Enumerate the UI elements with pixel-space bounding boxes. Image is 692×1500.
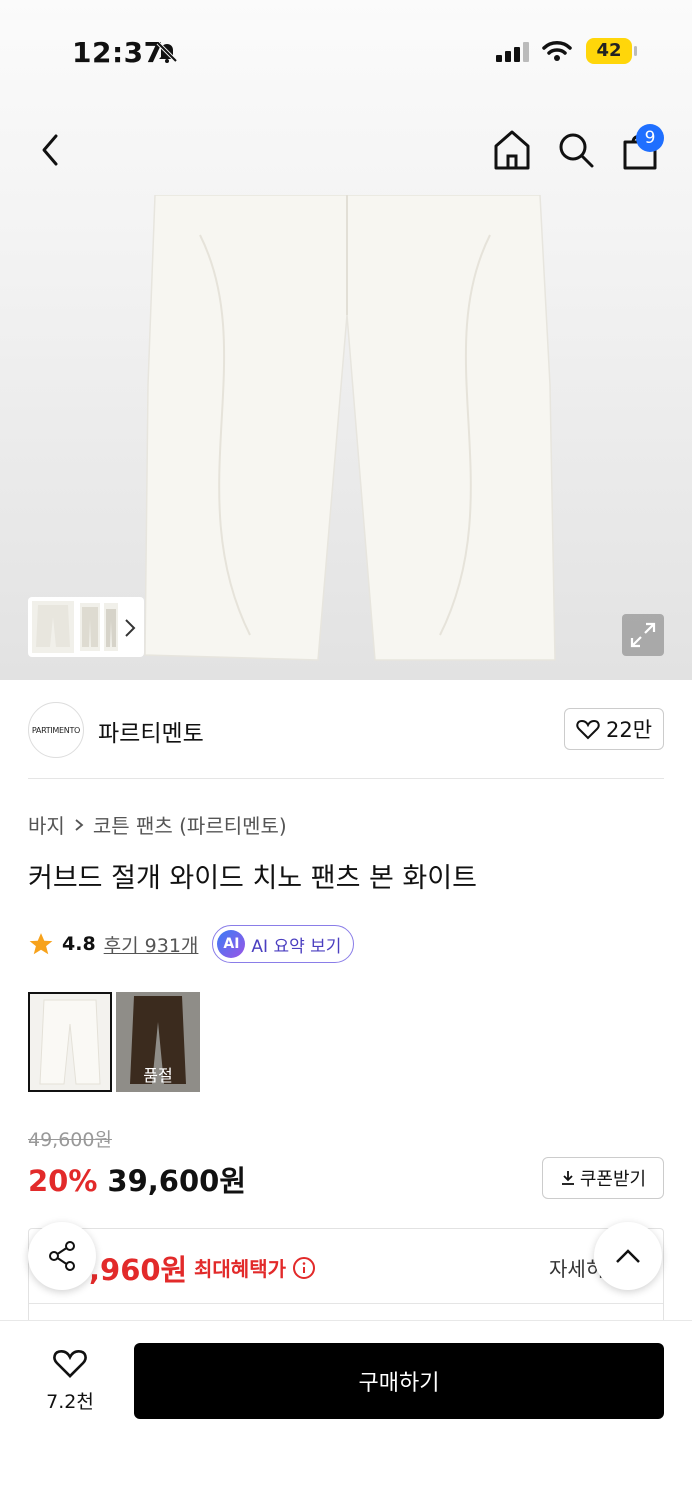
brand-row: PARTIMENTO 파르티멘토 22만: [28, 700, 664, 760]
bottom-action-bar: 7.2천 구매하기: [0, 1320, 692, 1500]
info-icon[interactable]: [292, 1256, 316, 1280]
chevron-up-icon: [616, 1249, 640, 1263]
wishlist-count: 7.2천: [46, 1391, 94, 1413]
download-icon: [561, 1171, 574, 1185]
color-option-white[interactable]: [28, 992, 112, 1092]
ai-summary-button[interactable]: AI AI 요약 보기: [212, 925, 355, 963]
status-bar: 12:37 42: [0, 0, 692, 100]
heart-icon: [53, 1350, 87, 1378]
brand-like-button[interactable]: 22만: [564, 708, 664, 750]
rating-row: 4.8 후기 931개 AI AI 요약 보기: [28, 925, 355, 963]
breadcrumb-category[interactable]: 바지: [28, 810, 65, 839]
share-button[interactable]: [28, 1222, 96, 1290]
chevron-right-icon: [75, 818, 84, 831]
coupon-button[interactable]: 쿠폰받기: [542, 1157, 664, 1199]
search-icon[interactable]: [556, 128, 596, 172]
brand-logo[interactable]: PARTIMENTO: [28, 702, 84, 758]
heart-icon: [576, 719, 600, 740]
reviews-link[interactable]: 후기 931개: [104, 931, 199, 958]
share-icon: [49, 1241, 75, 1271]
discount-rate: 20%: [28, 1164, 98, 1198]
battery-tip: [634, 46, 637, 56]
buy-button[interactable]: 구매하기: [134, 1343, 664, 1419]
brand-name[interactable]: 파르티멘토: [98, 714, 204, 748]
wifi-icon: [542, 41, 572, 61]
original-price: 49,600원: [28, 1129, 112, 1151]
max-benefit-label-text: 최대혜택가: [194, 1257, 286, 1281]
signal-icon: [496, 42, 529, 62]
status-time: 12:37: [72, 36, 164, 69]
scroll-top-button[interactable]: [594, 1222, 662, 1290]
rating-value: 4.8: [62, 933, 96, 955]
top-nav: [0, 120, 692, 184]
breadcrumb: 바지 코튼 팬츠 (파르티멘토): [28, 810, 287, 839]
divider: [28, 778, 664, 779]
ai-badge-icon: AI: [217, 930, 246, 958]
cart-count-badge: 9: [636, 124, 664, 152]
home-icon[interactable]: [492, 128, 532, 172]
price-row: 20% 39,600원: [28, 1158, 246, 1200]
wishlist-button[interactable]: 7.2천: [30, 1347, 110, 1414]
sale-price: 39,600원: [107, 1164, 247, 1198]
product-image: [144, 195, 556, 661]
divider: [29, 1303, 663, 1304]
chevron-right-icon[interactable]: [122, 616, 138, 640]
ai-summary-label: AI 요약 보기: [251, 936, 342, 957]
coupon-label: 쿠폰받기: [579, 1169, 647, 1190]
max-benefit-label: 최대혜택가: [194, 1253, 316, 1282]
color-option-brown[interactable]: 품절: [116, 992, 200, 1092]
bell-muted-icon: [156, 41, 178, 63]
star-icon: [29, 933, 53, 955]
expand-image-button[interactable]: [622, 614, 664, 656]
product-title: 커브드 절개 와이드 치노 팬츠 본 화이트: [28, 863, 477, 894]
swatch-image: [39, 999, 101, 1085]
max-benefit-price: ,960원: [89, 1253, 188, 1287]
battery-indicator: 42: [586, 38, 632, 64]
breadcrumb-subcategory[interactable]: 코튼 팬츠 (파르티멘토): [93, 810, 287, 839]
soldout-label: 품절: [143, 1066, 173, 1085]
product-image-area[interactable]: [0, 0, 692, 680]
back-arrow-icon[interactable]: [38, 128, 62, 172]
expand-icon: [630, 622, 656, 648]
brand-like-count: 22만: [605, 718, 653, 742]
